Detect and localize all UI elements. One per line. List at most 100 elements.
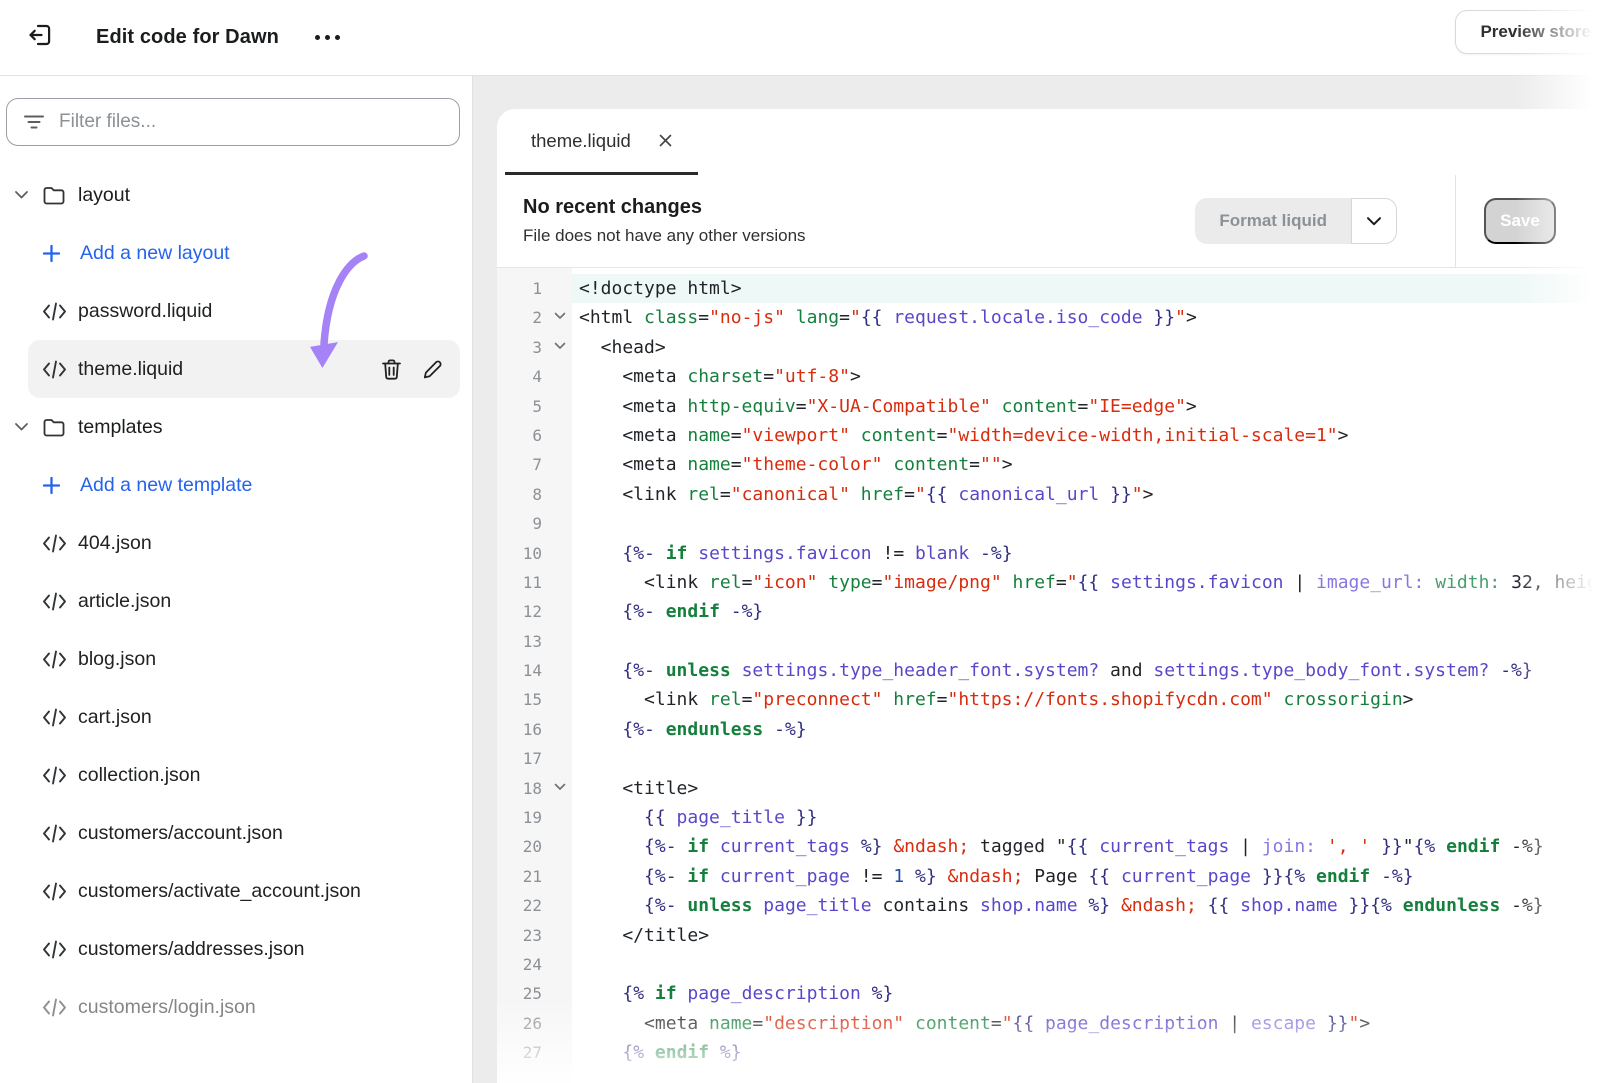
code-file-icon: [42, 882, 68, 901]
line-number: 11: [497, 568, 572, 597]
code-file-icon: [42, 940, 68, 959]
code-line: 5 <meta http-equiv="X-UA-Compatible" con…: [497, 392, 1600, 421]
code-line: 12 {%- endif -%}: [497, 597, 1600, 626]
status-subtitle: File does not have any other versions: [523, 226, 806, 246]
code-text[interactable]: <meta name="theme-color" content="">: [572, 450, 1600, 479]
folder-label: templates: [78, 416, 163, 439]
file-customers/account.json[interactable]: customers/account.json: [28, 804, 460, 862]
file-actions: [381, 358, 460, 381]
code-text[interactable]: <link rel="icon" type="image/png" href="…: [572, 568, 1600, 597]
code-text[interactable]: <meta name="description" content="{{ pag…: [572, 1009, 1600, 1038]
code-text[interactable]: [572, 950, 1600, 979]
code-text[interactable]: <head>: [572, 333, 1600, 362]
code-text[interactable]: {%- unless page_title contains shop.name…: [572, 891, 1600, 920]
code-text[interactable]: <title>: [572, 774, 1600, 803]
file-collection.json[interactable]: collection.json: [28, 746, 460, 804]
file-customers/addresses.json[interactable]: customers/addresses.json: [28, 920, 460, 978]
line-number: 12: [497, 597, 572, 626]
add-new-layout-button[interactable]: Add a new layout: [28, 224, 460, 282]
code-line: 13: [497, 627, 1600, 656]
file-theme.liquid[interactable]: theme.liquid: [28, 340, 460, 398]
chevron-down-icon[interactable]: [14, 190, 32, 200]
page-title: Edit code for Dawn: [96, 26, 279, 49]
code-text[interactable]: </title>: [572, 921, 1600, 950]
code-line: 26 <meta name="description" content="{{ …: [497, 1009, 1600, 1038]
folder-templates[interactable]: templates: [0, 398, 472, 456]
code-editor[interactable]: 1<!doctype html>2<html class="no-js" lan…: [497, 268, 1600, 1083]
code-line: 27 {% endif %}: [497, 1038, 1600, 1067]
code-file-icon: [42, 534, 68, 553]
line-number: 18: [497, 774, 572, 803]
file-password.liquid[interactable]: password.liquid: [28, 282, 460, 340]
file-customers/activate_account.json[interactable]: customers/activate_account.json: [28, 862, 460, 920]
code-text[interactable]: <link rel="canonical" href="{{ canonical…: [572, 480, 1600, 509]
file-article.json[interactable]: article.json: [28, 572, 460, 630]
code-text[interactable]: {%- endunless -%}: [572, 715, 1600, 744]
filter-files-input[interactable]: [59, 111, 443, 133]
file-cart.json[interactable]: cart.json: [28, 688, 460, 746]
code-text[interactable]: <link rel="preconnect" href="https://fon…: [572, 685, 1600, 714]
rename-file-icon[interactable]: [422, 358, 444, 381]
code-file-icon: [42, 650, 68, 669]
code-text[interactable]: <meta charset="utf-8">: [572, 362, 1600, 391]
code-text[interactable]: <meta name="viewport" content="width=dev…: [572, 421, 1600, 450]
code-line: 20 {%- if current_tags %} &ndash; tagged…: [497, 832, 1600, 861]
more-actions-menu[interactable]: [315, 18, 340, 58]
line-number: 6: [497, 421, 572, 450]
chevron-down-icon[interactable]: [14, 422, 32, 432]
fold-chevron-icon[interactable]: [554, 312, 566, 320]
file-label: cart.json: [78, 706, 152, 729]
code-text[interactable]: {%- if settings.favicon != blank -%}: [572, 539, 1600, 568]
fold-chevron-icon[interactable]: [554, 783, 566, 791]
code-text[interactable]: {%- if current_tags %} &ndash; tagged "{…: [572, 832, 1600, 861]
file-404.json[interactable]: 404.json: [28, 514, 460, 572]
exit-editor-button[interactable]: [20, 18, 60, 58]
code-text[interactable]: {%- if current_page != 1 %} &ndash; Page…: [572, 862, 1600, 891]
code-text[interactable]: <html class="no-js" lang="{{ request.loc…: [572, 303, 1600, 332]
code-line: 19 {{ page_title }}: [497, 803, 1600, 832]
line-number: 1: [497, 274, 572, 303]
code-line: 6 <meta name="viewport" content="width=d…: [497, 421, 1600, 450]
code-line: 4 <meta charset="utf-8">: [497, 362, 1600, 391]
code-line: 25 {% if page_description %}: [497, 979, 1600, 1008]
code-file-icon: [42, 302, 68, 321]
code-line: 7 <meta name="theme-color" content="">: [497, 450, 1600, 479]
file-label: customers/login.json: [78, 996, 256, 1019]
code-text[interactable]: {%- unless settings.type_header_font.sys…: [572, 656, 1600, 685]
code-line: 14 {%- unless settings.type_header_font.…: [497, 656, 1600, 685]
format-liquid-label: Format liquid: [1195, 198, 1351, 244]
code-line: 1<!doctype html>: [497, 274, 1600, 303]
fold-chevron-icon[interactable]: [554, 342, 566, 350]
line-number: 23: [497, 921, 572, 950]
folder-label: layout: [78, 184, 130, 207]
save-button[interactable]: Save: [1484, 198, 1556, 244]
code-text[interactable]: {{ page_title }}: [572, 803, 1600, 832]
code-text[interactable]: [572, 627, 1600, 656]
delete-file-icon[interactable]: [381, 358, 402, 381]
tab-label: theme.liquid: [531, 130, 631, 152]
code-text[interactable]: <!doctype html>: [572, 274, 1600, 303]
preview-store-button[interactable]: Preview store: [1455, 10, 1600, 54]
code-text[interactable]: <meta http-equiv="X-UA-Compatible" conte…: [572, 392, 1600, 421]
line-number: 7: [497, 450, 572, 479]
close-tab-icon[interactable]: [659, 134, 672, 147]
filter-icon: [23, 113, 45, 131]
line-number: 13: [497, 627, 572, 656]
code-line: 15 <link rel="preconnect" href="https://…: [497, 685, 1600, 714]
line-number: 3: [497, 333, 572, 362]
code-file-icon: [42, 592, 68, 611]
code-text[interactable]: {% endif %}: [572, 1038, 1600, 1067]
format-liquid-button[interactable]: Format liquid: [1195, 198, 1397, 244]
code-text[interactable]: {%- endif -%}: [572, 597, 1600, 626]
code-text[interactable]: [572, 509, 1600, 538]
code-text[interactable]: [572, 744, 1600, 773]
plus-icon: [42, 244, 68, 263]
file-blog.json[interactable]: blog.json: [28, 630, 460, 688]
tab-theme-liquid[interactable]: theme.liquid: [505, 109, 698, 175]
code-text[interactable]: {% if page_description %}: [572, 979, 1600, 1008]
filter-files-box[interactable]: [6, 98, 460, 146]
file-customers/login.json[interactable]: customers/login.json: [28, 978, 460, 1036]
format-options-dropdown[interactable]: [1351, 198, 1397, 244]
folder-layout[interactable]: layout: [0, 166, 472, 224]
add-new-templates-button[interactable]: Add a new template: [28, 456, 460, 514]
